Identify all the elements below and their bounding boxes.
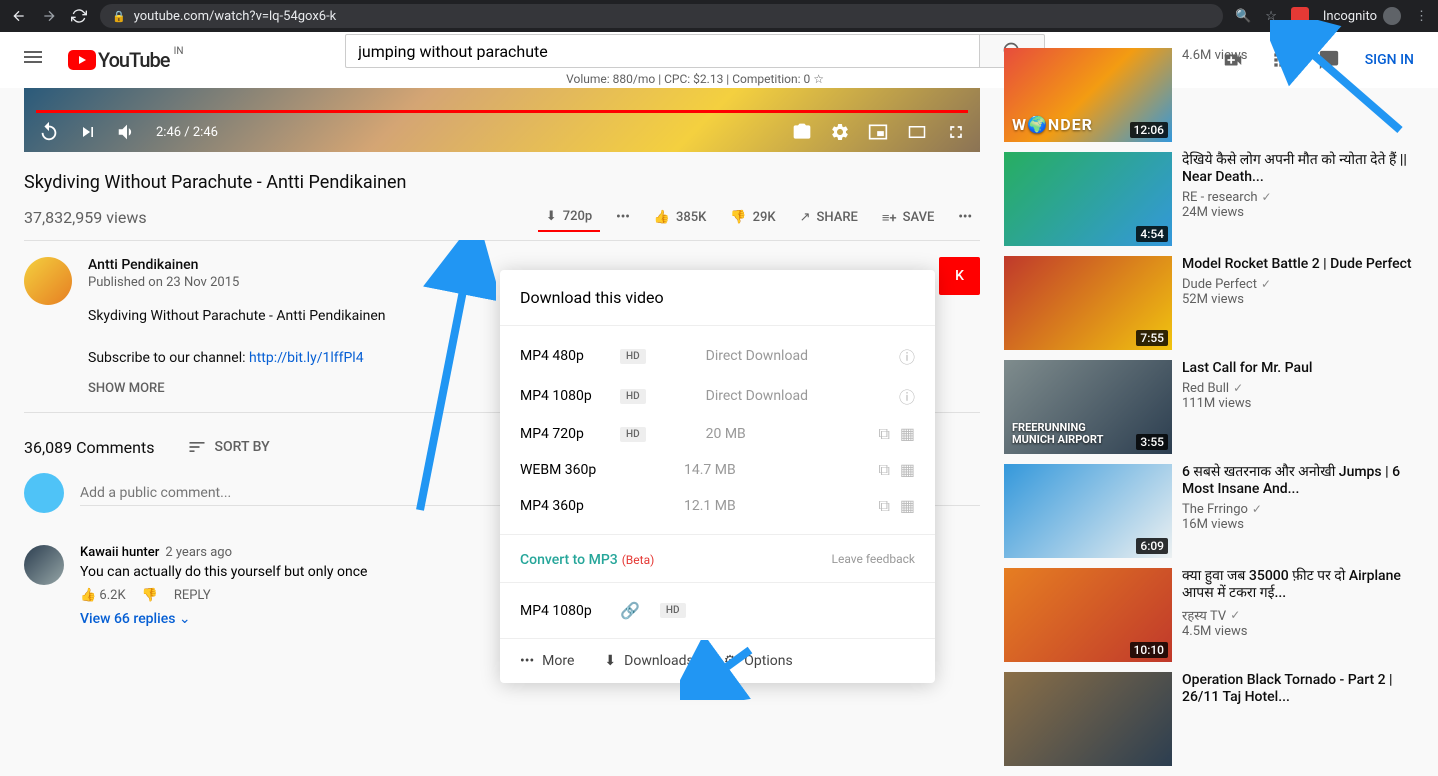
download-option-row[interactable]: MP4 1080pHD Direct Download ⓘ — [500, 376, 935, 416]
download-popup: Download this video MP4 480pHD Direct Do… — [500, 270, 935, 683]
browser-back-button[interactable] — [10, 7, 28, 25]
share-icon: ↗ — [800, 210, 811, 225]
download-option-row[interactable]: MP4 720pHD 20 MB ⧉▦ — [500, 416, 935, 452]
zoom-icon[interactable]: 🔍 — [1235, 9, 1251, 24]
settings-button[interactable] — [830, 122, 850, 142]
url-text: youtube.com/watch?v=lq-54gox6-k — [134, 9, 337, 24]
qr-icon[interactable]: ▦ — [900, 460, 915, 480]
youtube-play-icon — [68, 50, 96, 70]
browser-chrome: 🔒 youtube.com/watch?v=lq-54gox6-k 🔍 ☆ In… — [0, 0, 1438, 32]
download-icon: ⬇ — [546, 209, 557, 224]
screenshot-button[interactable] — [792, 122, 812, 142]
replay-button[interactable] — [38, 121, 60, 143]
browser-menu-icon[interactable]: ⋮ — [1415, 9, 1428, 24]
dislike-button[interactable]: 👎 29K — [722, 204, 783, 231]
subscribe-button[interactable]: K — [939, 257, 980, 295]
comment-like-button[interactable]: 👍 6.2K — [80, 588, 126, 603]
description-line-2-prefix: Subscribe to our channel: — [88, 350, 249, 366]
related-video-item[interactable]: 6:09 6 सबसे खतरनाक और अनोखी Jumps | 6 Mo… — [1004, 464, 1414, 558]
verified-icon: ✓ — [1261, 277, 1271, 291]
comment-author[interactable]: Kawaii hunter — [80, 545, 159, 560]
miniplayer-button[interactable] — [868, 122, 888, 142]
download-option-row[interactable]: MP4 480pHD Direct Download ⓘ — [500, 336, 935, 376]
description-link[interactable]: http://bit.ly/1lffPl4 — [249, 350, 364, 366]
next-button[interactable] — [78, 122, 98, 142]
youtube-logo[interactable]: YouTube IN — [68, 48, 170, 72]
lock-icon: 🔒 — [112, 10, 126, 23]
qr-icon[interactable]: ▦ — [900, 496, 915, 516]
feedback-link[interactable]: Leave feedback — [832, 552, 916, 566]
seo-stats: Volume: 880/mo | CPC: $2.13 | Competitio… — [566, 72, 824, 86]
sort-comments-button[interactable]: SORT BY — [187, 437, 270, 457]
browser-reload-button[interactable] — [70, 7, 88, 25]
video-title: Skydiving Without Parachute - Antti Pend… — [24, 172, 980, 193]
related-video-item[interactable]: 7:55 Model Rocket Battle 2 | Dude Perfec… — [1004, 256, 1414, 350]
copy-icon[interactable]: ⧉ — [878, 460, 889, 480]
verified-icon: ✓ — [1230, 608, 1240, 622]
playlist-add-icon: ≡+ — [882, 210, 897, 226]
verified-icon: ✓ — [1233, 381, 1243, 395]
hamburger-menu-button[interactable] — [24, 48, 48, 72]
related-video-item[interactable]: 10:10 क्या हुवा जब 35000 फ़ीट पर दो Airp… — [1004, 568, 1414, 662]
thumb-down-icon: 👎 — [730, 210, 746, 225]
incognito-icon — [1383, 7, 1401, 25]
comment-reply-button[interactable]: REPLY — [174, 588, 211, 603]
popup-more-button[interactable]: •••More — [520, 653, 574, 669]
region-label: IN — [174, 46, 184, 57]
like-button[interactable]: 👍 385K — [646, 204, 715, 231]
fullscreen-button[interactable] — [946, 122, 966, 142]
link-icon: 🔗 — [620, 601, 640, 620]
video-time: 2:46 / 2:46 — [156, 125, 218, 140]
commenter-avatar[interactable] — [24, 545, 64, 585]
view-count: 37,832,959 views — [24, 208, 147, 227]
popup-title: Download this video — [500, 270, 935, 326]
chevron-down-icon: ⌄ — [179, 611, 191, 627]
related-videos-sidebar: W🌍NDER12:06 4.6M views 4:54 देखिये कैसे … — [1004, 88, 1414, 776]
save-button[interactable]: ≡+ SAVE — [874, 204, 943, 232]
download-more-button[interactable]: ••• — [608, 204, 638, 231]
download-option-row[interactable]: MP4 360p 12.1 MB ⧉▦ — [500, 488, 935, 524]
share-button[interactable]: ↗ SHARE — [792, 204, 866, 231]
qr-icon[interactable]: ▦ — [900, 424, 915, 444]
theater-button[interactable] — [906, 123, 928, 141]
video-player[interactable]: 2:46 / 2:46 — [24, 88, 980, 152]
volume-button[interactable] — [116, 121, 138, 143]
channel-avatar[interactable] — [24, 257, 72, 305]
url-bar[interactable]: 🔒 youtube.com/watch?v=lq-54gox6-k — [100, 4, 1223, 28]
user-avatar — [24, 473, 64, 513]
verified-icon: ✓ — [1252, 502, 1262, 516]
comment-time: 2 years ago — [165, 545, 232, 560]
beta-label: (Beta) — [622, 553, 655, 567]
related-video-item[interactable]: 4:54 देखिये कैसे लोग अपनी मौत को न्योता … — [1004, 152, 1414, 246]
popup-downloads-button[interactable]: ⬇Downloads — [604, 653, 693, 669]
related-video-item[interactable]: Operation Black Tornado - Part 2 | 26/11… — [1004, 672, 1414, 766]
thumb-up-icon: 👍 — [654, 210, 670, 225]
comment-dislike-button[interactable]: 👎 — [142, 588, 158, 603]
download-option-row[interactable]: WEBM 360p 14.7 MB ⧉▦ — [500, 452, 935, 488]
incognito-indicator: Incognito — [1323, 7, 1401, 25]
search-input[interactable] — [345, 34, 979, 68]
info-icon[interactable]: ⓘ — [899, 344, 915, 368]
verified-icon: ✓ — [1262, 190, 1272, 204]
browser-forward-button[interactable] — [40, 7, 58, 25]
comments-count: 36,089 Comments — [24, 438, 155, 457]
copy-icon[interactable]: ⧉ — [878, 424, 889, 444]
more-actions-button[interactable]: ••• — [950, 204, 980, 231]
download-quality-button[interactable]: ⬇ 720p — [538, 203, 600, 232]
popup-options-button[interactable]: ⚙Options — [724, 653, 793, 669]
convert-mp3-button[interactable]: Convert to MP3 — [520, 552, 618, 568]
related-video-item[interactable]: FREERUNNINGMUNICH AIRPORT3:55 Last Call … — [1004, 360, 1414, 454]
extension-icon[interactable] — [1291, 7, 1309, 25]
copy-icon[interactable]: ⧉ — [878, 496, 889, 516]
info-icon[interactable]: ⓘ — [899, 384, 915, 408]
related-video-item[interactable]: W🌍NDER12:06 4.6M views — [1004, 48, 1414, 142]
bookmark-icon[interactable]: ☆ — [1265, 9, 1277, 24]
